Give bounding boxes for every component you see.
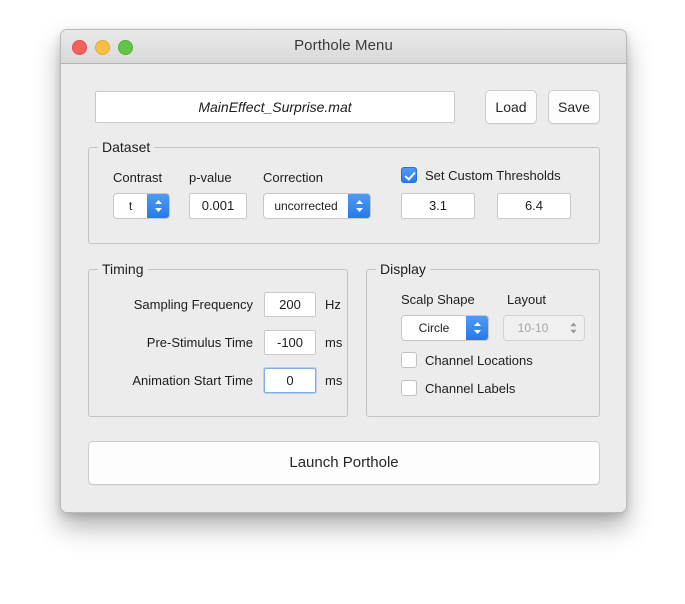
load-button[interactable]: Load (485, 90, 537, 124)
sampling-frequency-label: Sampling Frequency (133, 297, 253, 312)
window-content: MainEffect_Surprise.mat Load Save Datase… (61, 64, 626, 512)
pre-stimulus-time-unit: ms (325, 335, 343, 350)
correction-label: Correction (263, 170, 323, 185)
channel-labels-row[interactable]: Channel Labels (401, 380, 515, 396)
layout-label: Layout (507, 292, 547, 307)
chevron-updown-icon (466, 316, 488, 340)
channel-locations-label: Channel Locations (425, 352, 533, 368)
porthole-menu-window: Porthole Menu MainEffect_Surprise.mat Lo… (60, 29, 627, 513)
correction-popup-value: uncorrected (274, 199, 338, 213)
display-group: Display Scalp Shape Layout Circle 10-10 (366, 261, 600, 417)
save-button[interactable]: Save (548, 90, 600, 124)
chevron-updown-icon (147, 194, 169, 218)
channel-locations-row[interactable]: Channel Locations (401, 352, 533, 368)
launch-porthole-button[interactable]: Launch Porthole (88, 441, 600, 485)
channel-labels-checkbox[interactable] (401, 380, 417, 396)
sampling-frequency-field[interactable]: 200 (264, 292, 316, 317)
animation-start-time-field[interactable]: 0 (264, 368, 316, 393)
contrast-label: Contrast (113, 170, 163, 185)
dataset-group: Dataset Contrast p-value Correction t 0.… (88, 139, 600, 244)
file-row: MainEffect_Surprise.mat Load Save (95, 90, 600, 125)
channel-locations-checkbox[interactable] (401, 352, 417, 368)
scalp-shape-popup[interactable]: Circle (401, 315, 489, 341)
correction-popup[interactable]: uncorrected (263, 193, 371, 219)
scalp-shape-label: Scalp Shape (401, 292, 475, 307)
layout-popup-value: 10-10 (517, 321, 549, 335)
threshold-max-field[interactable]: 6.4 (497, 193, 571, 219)
contrast-popup[interactable]: t (113, 193, 170, 219)
pre-stimulus-time-field[interactable]: -100 (264, 330, 316, 355)
set-custom-thresholds-row[interactable]: Set Custom Thresholds (401, 167, 561, 183)
set-custom-thresholds-label: Set Custom Thresholds (425, 167, 561, 183)
threshold-min-field[interactable]: 3.1 (401, 193, 475, 219)
filename-field[interactable]: MainEffect_Surprise.mat (95, 91, 455, 123)
pre-stimulus-time-label: Pre-Stimulus Time (146, 335, 253, 350)
channel-labels-label: Channel Labels (425, 380, 516, 396)
animation-start-time-unit: ms (325, 373, 343, 388)
layout-popup[interactable]: 10-10 (503, 315, 585, 341)
display-group-title: Display (376, 261, 430, 277)
dataset-group-title: Dataset (98, 139, 155, 155)
window-titlebar[interactable]: Porthole Menu (61, 30, 626, 64)
sampling-frequency-unit: Hz (325, 297, 341, 312)
timing-group-title: Timing (98, 261, 148, 277)
pvalue-label: p-value (189, 170, 232, 185)
timing-group: Timing Sampling Frequency 200 Hz Pre-Sti… (88, 261, 348, 417)
animation-start-time-label: Animation Start Time (132, 373, 253, 388)
window-title: Porthole Menu (294, 37, 393, 54)
chevron-updown-icon (562, 316, 584, 340)
chevron-updown-icon (348, 194, 370, 218)
contrast-popup-value: t (128, 199, 133, 213)
pvalue-field[interactable]: 0.001 (189, 193, 247, 219)
scalp-shape-popup-value: Circle (418, 321, 450, 335)
set-custom-thresholds-checkbox[interactable] (401, 167, 417, 183)
